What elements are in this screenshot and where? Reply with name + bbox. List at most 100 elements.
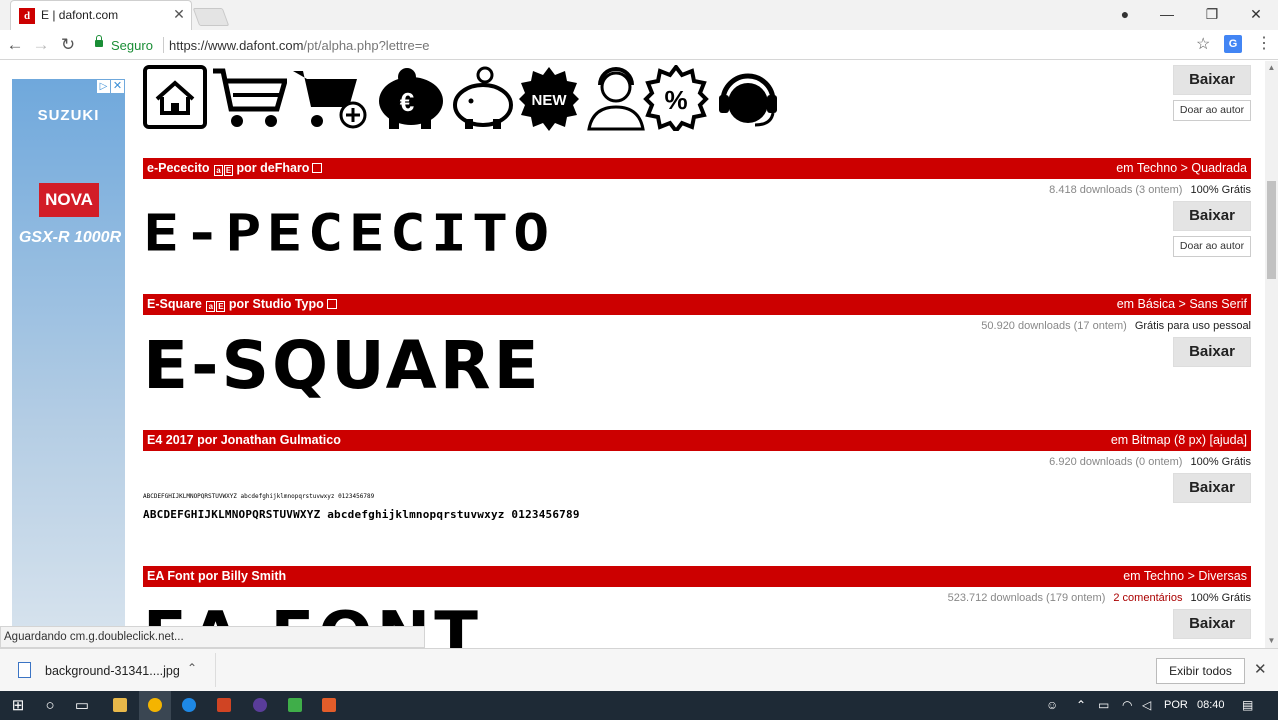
download-count: 8.418 downloads (3 ontem): [1049, 184, 1183, 196]
font-name-link[interactable]: EA Font: [147, 569, 194, 583]
download-button[interactable]: Baixar: [1173, 337, 1251, 367]
restore-button[interactable]: ❐: [1197, 4, 1227, 24]
chevron-up-icon[interactable]: ⌃: [187, 661, 197, 675]
download-button[interactable]: Baixar: [1173, 609, 1251, 639]
scroll-up-arrow-icon[interactable]: ▲: [1265, 61, 1278, 75]
search-icon[interactable]: ○: [34, 691, 66, 720]
download-count: 6.920 downloads (0 ontem): [1049, 456, 1183, 468]
minimize-button[interactable]: —: [1152, 4, 1182, 24]
new-tab-button[interactable]: [192, 8, 230, 26]
windows-icon: a: [214, 165, 224, 176]
download-count: 523.712 downloads (179 ontem): [947, 592, 1106, 604]
font-preview[interactable]: E-PECECITO: [143, 207, 554, 260]
powerpoint-icon[interactable]: [208, 691, 240, 720]
chrome-icon[interactable]: [139, 691, 171, 720]
author-link[interactable]: Jonathan Gulmatico: [221, 433, 341, 447]
browser-title-bar: d E | dafont.com ✕ ● — ❐ ✕: [0, 0, 1278, 30]
url-text[interactable]: https://www.dafont.com/pt/alpha.php?lett…: [169, 38, 430, 53]
download-button[interactable]: Baixar: [1173, 473, 1251, 503]
google-translate-icon[interactable]: G: [1224, 35, 1242, 53]
author-link[interactable]: deFharo: [260, 161, 309, 175]
download-button-icon-font[interactable]: Baixar: [1173, 65, 1251, 95]
suzuki-ad-banner[interactable]: ▷ ✕ SUZUKI NOVA GSX-R 1000R: [12, 79, 125, 648]
image-file-icon: [18, 662, 31, 678]
tray-chevron-icon[interactable]: ⌃: [1076, 691, 1086, 720]
license-text: Grátis para uso pessoal: [1134, 320, 1251, 332]
language-indicator[interactable]: POR: [1164, 691, 1188, 720]
ad-close-icon[interactable]: ✕: [111, 80, 124, 93]
svg-text:€: €: [400, 87, 414, 117]
camtasia-icon[interactable]: [279, 691, 311, 720]
recorder-icon[interactable]: [313, 691, 345, 720]
lock-icon: [95, 35, 103, 47]
font-preview-small[interactable]: ABCDEFGHIJKLMNOPQRSTUVWXYZ abcdefghijklm…: [143, 493, 374, 500]
author-link[interactable]: Studio Typo: [252, 297, 323, 311]
forward-arrow-icon[interactable]: →: [30, 34, 52, 56]
people-icon[interactable]: ☺: [1046, 691, 1058, 720]
author-prefix: por: [228, 297, 249, 311]
page-scrollbar[interactable]: ▲ ▼: [1265, 61, 1278, 648]
status-bubble: Aguardando cm.g.doubleclick.net...: [0, 626, 425, 648]
bookmark-star-icon[interactable]: ☆: [1196, 34, 1210, 54]
font-header-e-pececito: e-Pececito aE por deFharo em Techno > Qu…: [143, 158, 1251, 179]
font-category-link[interactable]: em Bitmap (8 px) [ajuda]: [1111, 430, 1247, 451]
ad-info-icon[interactable]: ▷: [97, 80, 110, 93]
download-filename[interactable]: background-31341....jpg: [45, 664, 180, 678]
browser-tab[interactable]: d E | dafont.com ✕: [10, 0, 192, 30]
license-text: 100% Grátis: [1190, 184, 1251, 196]
notifications-icon[interactable]: ▤: [1242, 691, 1253, 720]
windows-start-icon[interactable]: ⊞: [2, 691, 34, 720]
new-badge-text: NEW: [532, 92, 568, 109]
external-link-icon[interactable]: [312, 163, 323, 173]
reload-icon[interactable]: ↻: [57, 34, 79, 56]
font-meta: 50.920 downloads (17 ontem) Grátis para u…: [981, 320, 1251, 332]
ad-badge: NOVA: [39, 183, 99, 217]
clock[interactable]: 08:40: [1197, 691, 1225, 720]
font-meta: 8.418 downloads (3 ontem) 100% Grátis: [1049, 184, 1251, 196]
tab-close-icon[interactable]: ✕: [171, 6, 187, 23]
author-link[interactable]: Billy Smith: [222, 569, 287, 583]
windows-taskbar: ⊞ ○ ▭ ☺ ⌃ ▭ ◠ ◁ POR 08:40 ▤: [0, 691, 1278, 720]
comments-link[interactable]: 2 comentários: [1113, 592, 1182, 604]
edge-icon[interactable]: [173, 691, 205, 720]
mac-icon: E: [224, 165, 234, 176]
file-explorer-icon[interactable]: [104, 691, 136, 720]
font-category-link[interactable]: em Techno > Diversas: [1123, 566, 1247, 587]
cart-add-icon: [293, 71, 367, 129]
font-name-link[interactable]: e-Pececito: [147, 161, 210, 175]
close-window-button[interactable]: ✕: [1241, 4, 1271, 24]
euro-piggy-icon: €: [379, 68, 443, 129]
battery-icon[interactable]: ▭: [1098, 691, 1109, 720]
home-icon: [143, 65, 207, 129]
donate-button-icon-font[interactable]: Doar ao autor: [1173, 100, 1251, 121]
address-bar[interactable]: Seguro https://www.dafont.com/pt/alpha.p…: [86, 33, 1220, 57]
back-arrow-icon[interactable]: ←: [4, 34, 26, 56]
profile-icon[interactable]: ●: [1110, 4, 1140, 24]
task-view-icon[interactable]: ▭: [66, 691, 98, 720]
downloads-bar: background-31341....jpg ⌃ Exibir todos ✕: [0, 648, 1278, 691]
wifi-icon[interactable]: ◠: [1122, 691, 1132, 720]
secure-label: Seguro: [111, 38, 153, 53]
app-icon[interactable]: [244, 691, 276, 720]
scroll-thumb[interactable]: [1267, 181, 1276, 279]
close-downloads-icon[interactable]: ✕: [1254, 660, 1267, 678]
author-prefix: por: [197, 569, 219, 583]
font-name-link[interactable]: E-Square: [147, 297, 202, 311]
font-preview[interactable]: E-SQUARE: [143, 331, 542, 401]
download-button[interactable]: Baixar: [1173, 201, 1251, 231]
browser-toolbar: ← → ↻ Seguro https://www.dafont.com/pt/a…: [0, 30, 1278, 60]
donate-button[interactable]: Doar ao autor: [1173, 236, 1251, 257]
windows-icon: a: [206, 301, 216, 312]
font-category-link[interactable]: em Techno > Quadrada: [1116, 158, 1247, 179]
ad-brand: SUZUKI: [37, 107, 100, 124]
cart-icon: [213, 68, 287, 127]
external-link-icon[interactable]: [326, 299, 337, 309]
volume-icon[interactable]: ◁: [1142, 691, 1151, 720]
font-preview[interactable]: ABCDEFGHIJKLMNOPQRSTUVWXYZ abcdefghijklm…: [143, 508, 580, 521]
show-all-downloads-button[interactable]: Exibir todos: [1156, 658, 1245, 684]
menu-dots-icon[interactable]: ⋮: [1256, 33, 1272, 53]
font-category-link[interactable]: em Básica > Sans Serif: [1117, 294, 1247, 315]
font-name-link[interactable]: E4 2017: [147, 433, 194, 447]
license-text: 100% Grátis: [1190, 456, 1251, 468]
scroll-down-arrow-icon[interactable]: ▼: [1265, 634, 1278, 648]
